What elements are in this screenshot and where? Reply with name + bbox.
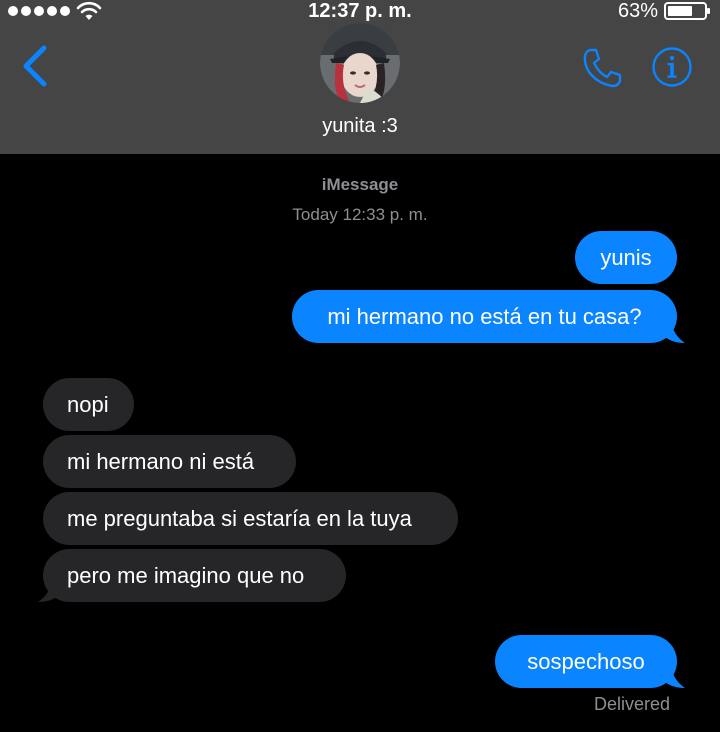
- conversation-header: 12:37 p. m. 63% yunita :3: [0, 0, 720, 154]
- status-bar: 12:37 p. m. 63%: [0, 0, 720, 24]
- bubble-tail: [661, 666, 685, 688]
- message-bubble-received[interactable]: pero me imagino que no: [43, 549, 346, 602]
- message-text: sospechoso: [527, 649, 645, 674]
- message-bubble-received[interactable]: mi hermano ni está: [43, 435, 296, 488]
- status-time: 12:37 p. m.: [308, 0, 412, 22]
- avatar[interactable]: [320, 23, 400, 103]
- message-bubble-sent[interactable]: mi hermano no está en tu casa?: [292, 290, 677, 343]
- message-text: mi hermano ni está: [67, 449, 255, 474]
- battery-percentage: 63%: [617, 0, 658, 22]
- message-text: me preguntaba si estaría en la tuya: [67, 506, 412, 531]
- delivery-status: Delivered: [593, 694, 670, 714]
- message-bubble-received[interactable]: me preguntaba si estaría en la tuya: [43, 492, 458, 545]
- info-icon[interactable]: [651, 46, 693, 88]
- message-text: nopi: [67, 392, 109, 417]
- message-bubble-received[interactable]: nopi: [43, 378, 134, 431]
- chevron-left-icon[interactable]: [18, 44, 52, 88]
- message-text: mi hermano no está en tu casa?: [327, 304, 642, 329]
- message-bubble-sent[interactable]: yunis: [575, 231, 677, 284]
- phone-icon[interactable]: [580, 46, 624, 90]
- message-timestamp: Today 12:33 p. m.: [292, 205, 428, 224]
- bubble-tail: [38, 580, 62, 602]
- service-label: iMessage: [321, 175, 399, 194]
- battery-icon: [664, 2, 710, 20]
- message-text: pero me imagino que no: [67, 563, 305, 588]
- message-text: yunis: [600, 245, 652, 270]
- message-bubble-sent[interactable]: sospechoso: [495, 635, 677, 688]
- bubble-tail: [661, 321, 685, 343]
- contact-name[interactable]: yunita :3: [0, 115, 720, 137]
